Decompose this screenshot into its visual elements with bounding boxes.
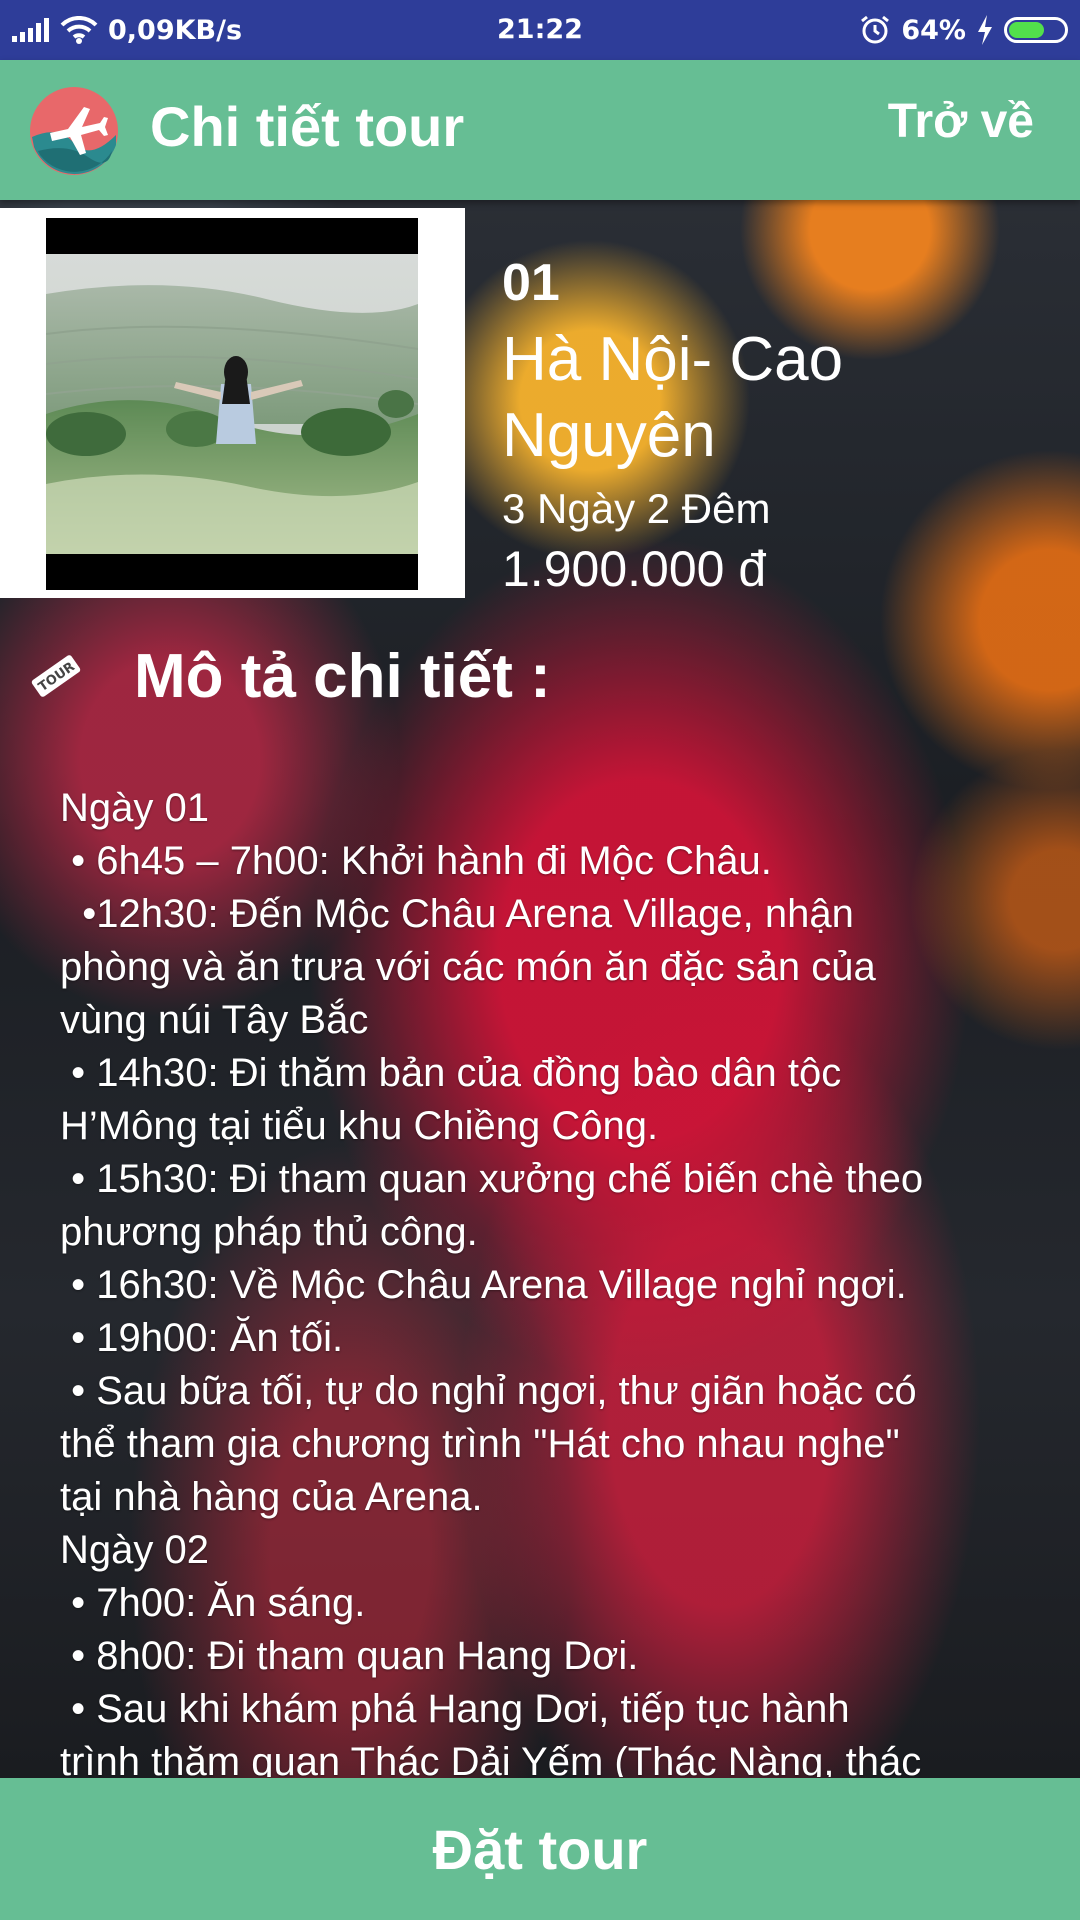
description-line: phòng và ăn trưa với các món ăn đặc sản … bbox=[60, 945, 876, 989]
description-line: • 8h00: Đi tham quan Hang Dơi. bbox=[60, 1634, 639, 1678]
battery-percent: 64% bbox=[901, 14, 966, 46]
description-body: Ngày 01 • 6h45 – 7h00: Khởi hành đi Mộc … bbox=[60, 782, 1040, 1777]
description-line: • Sau khi khám phá Hang Dơi, tiếp tục hà… bbox=[60, 1687, 850, 1731]
description-line: trình thăm quan Thác Dải Yếm (Thác Nàng,… bbox=[60, 1740, 922, 1777]
book-tour-button[interactable]: Đặt tour bbox=[0, 1778, 1080, 1920]
battery-icon bbox=[1004, 17, 1068, 43]
back-button[interactable]: Trở về bbox=[888, 94, 1034, 149]
description-line: • 7h00: Ăn sáng. bbox=[60, 1581, 366, 1625]
description-line: Ngày 01 bbox=[60, 786, 209, 830]
tour-duration: 3 Ngày 2 Đêm bbox=[502, 485, 771, 532]
tour-thumbnail[interactable] bbox=[46, 218, 418, 590]
tea-hill-photo bbox=[46, 254, 418, 554]
status-right: 64% bbox=[859, 0, 1068, 60]
tour-price: 1.900.000 đ bbox=[502, 541, 767, 597]
description-line: • Sau bữa tối, tự do nghỉ ngơi, thư giãn… bbox=[60, 1369, 917, 1413]
battery-fill bbox=[1009, 22, 1044, 38]
tour-id: 01 bbox=[502, 254, 560, 312]
description-line: • 16h30: Về Mộc Châu Arena Village nghỉ … bbox=[60, 1263, 907, 1307]
description-line: • 14h30: Đi thăm bản của đồng bào dân tộ… bbox=[60, 1051, 842, 1095]
description-title: Mô tả chi tiết : bbox=[134, 641, 551, 711]
alarm-icon bbox=[861, 15, 890, 44]
description-line: •12h30: Đến Mộc Châu Arena Village, nhận bbox=[60, 892, 854, 936]
description-line: thể tham gia chương trình "Hát cho nhau … bbox=[60, 1422, 900, 1466]
description-line: tại nhà hàng của Arena. bbox=[60, 1475, 483, 1519]
charging-icon bbox=[978, 15, 992, 45]
description-line: vùng núi Tây Bắc bbox=[60, 998, 369, 1042]
tour-tag-icon: TOUR bbox=[31, 655, 81, 697]
airplane-globe-icon bbox=[30, 87, 118, 175]
description-line: Ngày 02 bbox=[60, 1528, 209, 1572]
app-bar: Chi tiết tour Trở về bbox=[0, 60, 1080, 200]
page-title: Chi tiết tour bbox=[150, 95, 465, 158]
description-line: • 19h00: Ăn tối. bbox=[60, 1316, 344, 1360]
description-line: H’Mông tại tiểu khu Chiềng Công. bbox=[60, 1104, 659, 1148]
status-bar: 0,09KB/s 21:22 64% bbox=[0, 0, 1080, 60]
description-line: phương pháp thủ công. bbox=[60, 1210, 478, 1254]
tour-thumbnail-frame bbox=[0, 208, 465, 598]
tour-info: 01 Hà Nội- Cao Nguyên 3 Ngày 2 Đêm 1.900… bbox=[502, 248, 1062, 598]
description-line: • 15h30: Đi tham quan xưởng chế biến chè… bbox=[60, 1157, 924, 1201]
description-line: • 6h45 – 7h00: Khởi hành đi Mộc Châu. bbox=[60, 839, 772, 883]
tour-name-line2: Nguyên bbox=[502, 401, 716, 470]
description-header: TOUR Mô tả chi tiết : bbox=[28, 636, 551, 716]
tour-name-line1: Hà Nội- Cao bbox=[502, 325, 844, 394]
